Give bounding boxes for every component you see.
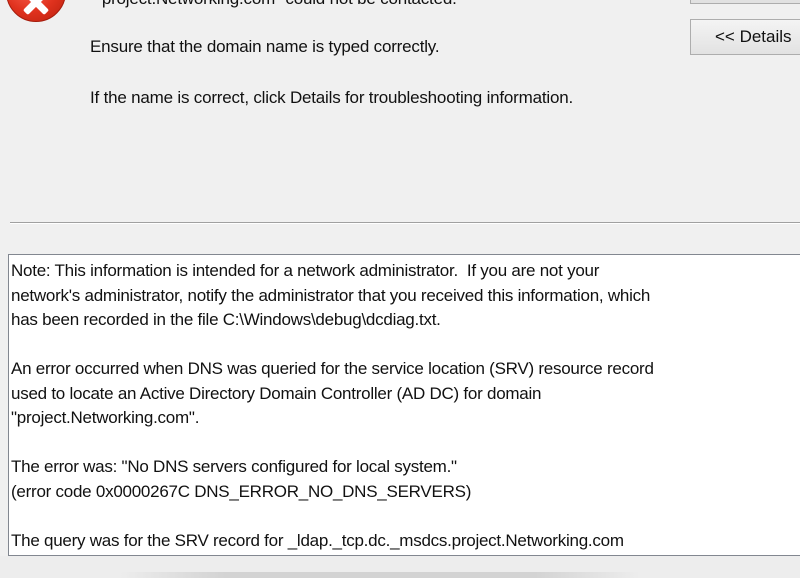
error-icon: [6, 0, 66, 22]
domain-error-dialog: "project.Networking.com" could not be co…: [0, 0, 800, 578]
partial-button-above[interactable]: [690, 0, 800, 4]
details-textbox[interactable]: Note: This information is intended for a…: [8, 254, 800, 556]
message-line-check-domain: Ensure that the domain name is typed cor…: [90, 37, 440, 56]
error-title-message: "project.Networking.com" could not be co…: [96, 0, 457, 9]
separator-line: [10, 222, 800, 224]
bottom-blur-shadow: [120, 572, 640, 578]
message-line-details-hint: If the name is correct, click Details fo…: [90, 88, 573, 107]
details-button[interactable]: << Details: [690, 19, 800, 55]
details-text: Note: This information is intended for a…: [11, 261, 654, 550]
